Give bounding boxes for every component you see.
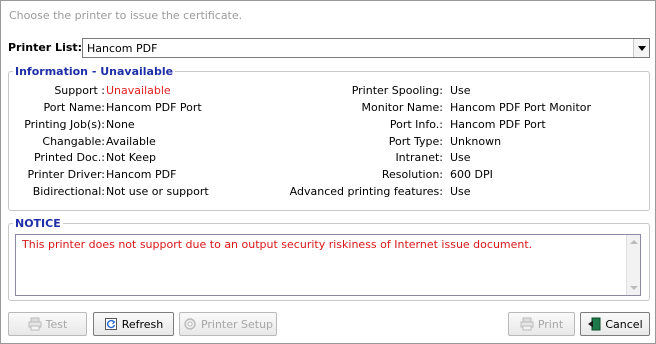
print-button-label: Print bbox=[537, 317, 564, 331]
info-key: Port Info.: bbox=[389, 118, 443, 131]
gear-icon bbox=[184, 318, 196, 330]
info-value: Hancom PDF Port Monitor bbox=[450, 101, 592, 114]
info-row-monitor-name: Monitor Name: Hancom PDF Port Monitor bbox=[0, 101, 592, 117]
refresh-button-label: Refresh bbox=[121, 317, 164, 331]
notice-legend: NOTICE bbox=[15, 217, 61, 230]
scroll-down-icon[interactable] bbox=[630, 286, 638, 290]
info-value: Use bbox=[450, 185, 471, 198]
info-value: Use bbox=[450, 151, 471, 164]
printer-icon bbox=[520, 317, 534, 331]
chevron-down-icon[interactable] bbox=[633, 39, 649, 57]
info-value: Hancom PDF Port bbox=[450, 118, 546, 131]
notice-group: NOTICE This printer does not support due… bbox=[8, 217, 650, 301]
info-row-intranet: Intranet: Use bbox=[0, 151, 470, 167]
info-value: 600 DPI bbox=[450, 168, 493, 181]
info-key: Monitor Name: bbox=[361, 101, 443, 114]
notice-textarea[interactable]: This printer does not support due to an … bbox=[15, 234, 641, 296]
notice-scrollbar[interactable] bbox=[626, 235, 640, 295]
print-button[interactable]: Print bbox=[508, 312, 575, 336]
printer-list-dropdown[interactable]: Hancom PDF bbox=[82, 38, 650, 58]
test-button[interactable]: Test bbox=[8, 312, 87, 336]
printer-icon bbox=[28, 317, 42, 331]
refresh-button[interactable]: Refresh bbox=[93, 312, 174, 336]
info-key: Port Type: bbox=[388, 135, 443, 148]
cancel-button-label: Cancel bbox=[605, 317, 643, 331]
printer-setup-button[interactable]: Printer Setup bbox=[179, 312, 277, 336]
printer-list-row: Printer List: Hancom PDF bbox=[8, 38, 650, 58]
printer-list-label: Printer List: bbox=[8, 41, 83, 54]
notice-text: This printer does not support due to an … bbox=[22, 238, 533, 251]
instruction-text: Choose the printer to issue the certific… bbox=[9, 9, 243, 22]
info-row-advanced-features: Advanced printing features: Use bbox=[0, 185, 471, 201]
information-group: Information - Unavailable Support : Unav… bbox=[8, 65, 650, 211]
info-row-resolution: Resolution: 600 DPI bbox=[0, 168, 493, 184]
info-value: Use bbox=[450, 84, 471, 97]
info-key: Advanced printing features: bbox=[289, 185, 443, 198]
information-legend: Information - Unavailable bbox=[15, 65, 174, 78]
refresh-icon bbox=[104, 318, 117, 330]
cancel-button[interactable]: Cancel bbox=[580, 312, 650, 336]
test-button-label: Test bbox=[45, 317, 68, 331]
certificate-printer-dialog: Choose the printer to issue the certific… bbox=[0, 0, 656, 344]
info-row-port-info: Port Info.: Hancom PDF Port bbox=[0, 118, 546, 134]
info-key: Printer Spooling: bbox=[351, 84, 443, 97]
info-key: Intranet: bbox=[395, 151, 443, 164]
exit-door-icon bbox=[588, 317, 601, 331]
info-row-printer-spooling: Printer Spooling: Use bbox=[0, 84, 471, 100]
printer-list-selected-value: Hancom PDF bbox=[87, 42, 158, 55]
printer-setup-button-label: Printer Setup bbox=[200, 317, 274, 331]
info-value: Unknown bbox=[450, 135, 502, 148]
scroll-up-icon[interactable] bbox=[630, 240, 638, 244]
info-key: Resolution: bbox=[381, 168, 443, 181]
info-row-port-type: Port Type: Unknown bbox=[0, 135, 501, 151]
